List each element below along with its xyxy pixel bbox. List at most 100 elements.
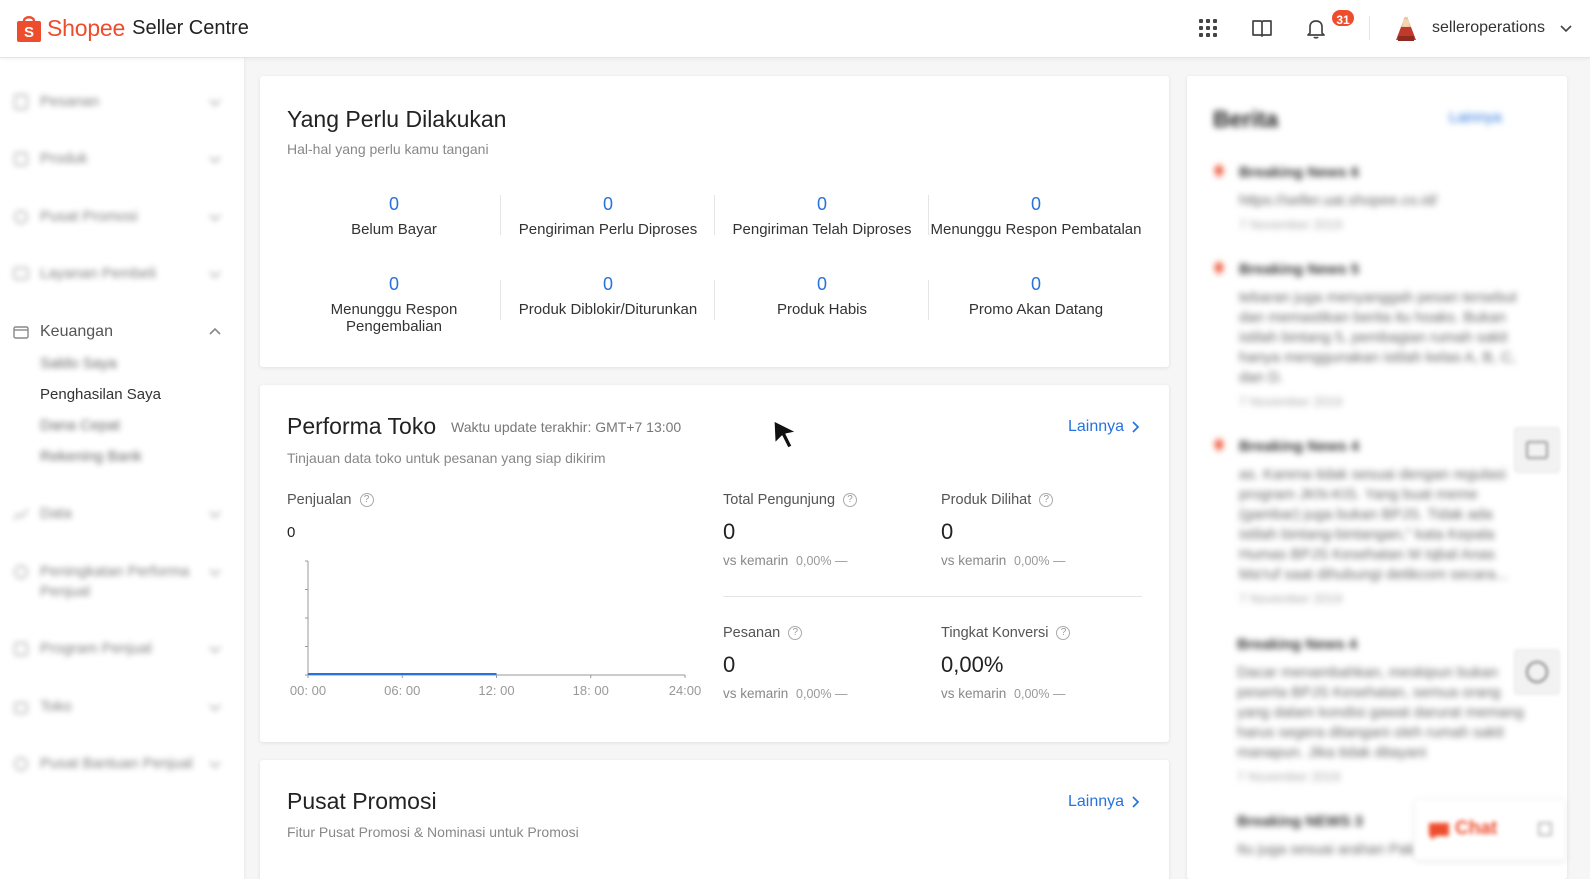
news-item-title: Breaking News 6 (1239, 164, 1360, 181)
news-item-date: 7 November 2019 (1239, 217, 1343, 232)
news-more-link[interactable]: Lainnya (1449, 109, 1502, 126)
sidebar-item-produk[interactable]: Produk (12, 149, 228, 169)
sidebar-item-data[interactable]: Data (12, 504, 228, 524)
todo-count: 0 (816, 274, 827, 294)
sidebar-item-label: Layanan Pembeli (40, 265, 156, 282)
help-icon (14, 757, 28, 771)
pin-icon (1214, 164, 1224, 178)
todo-item-belum-bayar[interactable]: 0 Belum Bayar (287, 193, 501, 238)
todo-count: 0 (388, 274, 399, 294)
todo-count: 0 (602, 274, 613, 294)
news-item-title: Breaking News 5 (1239, 261, 1360, 278)
metric-tingkat-konversi-label: Tingkat Konversi ? (941, 625, 1071, 641)
help-icon[interactable]: ? (843, 493, 858, 507)
sidebar-item-pusat-bantuan[interactable]: Pusat Bantuan Penjual (12, 754, 228, 774)
metric-pesanan-vs: vs kemarin 0,00% — (723, 686, 847, 701)
help-icon[interactable]: ? (1039, 493, 1054, 507)
metric-label-text: Produk Dilihat (941, 492, 1032, 508)
metrics-divider (723, 596, 1142, 597)
book-icon[interactable] (1250, 16, 1274, 40)
shopee-logo[interactable]: S Shopee Seller Centre (16, 8, 249, 48)
help-icon[interactable]: ? (1056, 626, 1071, 640)
metric-produk-dilihat-vs: vs kemarin 0,00% — (941, 553, 1065, 568)
sidebar-subitem-dana-cepat[interactable]: Dana Cepat (40, 417, 120, 434)
chevron-down-icon (209, 99, 221, 107)
chevron-down-icon (209, 569, 221, 577)
todo-title: Yang Perlu Dilakukan (287, 106, 507, 132)
brand-name: Shopee (47, 14, 126, 41)
sidebar-item-pusat-promosi[interactable]: Pusat Promosi (12, 207, 228, 227)
sidebar-item-keuangan[interactable]: Keuangan (12, 322, 228, 342)
news-item[interactable]: Breaking News 5 tebaran juga menyanggah … (1213, 261, 1533, 409)
todo-card: Yang Perlu Dilakukan Hal-hal yang perlu … (260, 76, 1169, 367)
todo-item-pengiriman-telah-diproses[interactable]: 0 Pengiriman Telah Diproses (715, 193, 929, 238)
promosi-subtitle: Fitur Pusat Promosi & Nominasi untuk Pro… (287, 824, 579, 840)
todo-item-produk-diblokir[interactable]: 0 Produk Diblokir/Diturunkan (501, 273, 715, 318)
todo-item-menunggu-respon-pengembalian[interactable]: 0 Menunggu Respon Pengembalian (297, 273, 491, 335)
sidebar-item-program-penjual[interactable]: Program Penjual (12, 639, 228, 659)
minimize-icon[interactable] (1537, 821, 1553, 837)
more-link-label: Lainnya (1068, 418, 1125, 435)
metric-tingkat-konversi-value: 0,00% (941, 652, 1004, 677)
sidebar-item-toko[interactable]: Toko (12, 697, 228, 717)
news-item-body: Dacar menambahkan, meskipun bukan pesert… (1237, 664, 1524, 761)
sidebar-subitem-rekening-bank[interactable]: Rekening Bank (40, 448, 142, 465)
todo-item-produk-habis[interactable]: 0 Produk Habis (715, 273, 929, 318)
metric-pesanan-label: Pesanan ? (723, 625, 803, 641)
todo-count: 0 (1030, 274, 1041, 294)
todo-subtitle: Hal-hal yang perlu kamu tangani (287, 141, 489, 157)
chevron-right-icon (1132, 796, 1140, 808)
news-item[interactable]: Breaking News 4 Dacar menambahkan, meski… (1213, 636, 1533, 784)
vs-value: 0,00% — (796, 554, 848, 568)
sales-value: 0 (287, 524, 296, 541)
performa-update-time: Waktu update terakhir: GMT+7 13:00 (451, 419, 682, 435)
performa-card: Performa Toko Waktu update terakhir: GMT… (260, 385, 1169, 742)
chevron-down-icon (209, 704, 221, 712)
promosi-more-link[interactable]: Lainnya (1068, 793, 1140, 811)
headset-icon (1525, 660, 1549, 684)
chart-icon (13, 508, 29, 521)
news-item-body: https://seller.uat.shopee.co.id/ (1239, 192, 1438, 209)
vs-label: vs kemarin (723, 553, 789, 568)
shopee-bag-icon: S (17, 16, 41, 42)
sidebar-item-peningkatan-performa[interactable]: Peningkatan Performa Penjual (12, 562, 228, 602)
todo-item-pengiriman-perlu-diproses[interactable]: 0 Pengiriman Perlu Diproses (501, 193, 715, 238)
news-item-body: as. Karena tidak sesuai dengan regulasi … (1239, 466, 1508, 583)
vs-label: vs kemarin (941, 686, 1007, 701)
bell-icon[interactable] (1304, 16, 1328, 40)
floating-shop-button[interactable] (1514, 427, 1560, 473)
promosi-card: Pusat Promosi Fitur Pusat Promosi & Nomi… (260, 760, 1169, 879)
sidebar-item-pesanan[interactable]: Pesanan (12, 92, 228, 112)
news-item[interactable]: Breaking News 6 https://seller.uat.shope… (1213, 164, 1533, 232)
metric-label-text: Tingkat Konversi (941, 625, 1049, 641)
metric-total-pengunjung-label: Total Pengunjung ? (723, 492, 858, 508)
chevron-down-icon (209, 761, 221, 769)
performa-more-link[interactable]: Lainnya (1068, 418, 1140, 436)
chat-widget[interactable]: Chat (1415, 800, 1565, 860)
metric-pesanan-value: 0 (723, 652, 736, 677)
sidebar-item-label: Data (40, 505, 72, 522)
todo-item-promo-akan-datang[interactable]: 0 Promo Akan Datang (929, 273, 1143, 318)
metric-label-text: Pesanan (723, 625, 781, 641)
todo-item-menunggu-respon-pembatalan[interactable]: 0 Menunggu Respon Pembatalan (929, 193, 1143, 238)
sidebar-item-label: Peningkatan Performa Penjual (40, 563, 190, 600)
todo-count: 0 (602, 194, 613, 214)
chevron-down-icon (209, 511, 221, 519)
sidebar-item-label: Pesanan (40, 93, 100, 110)
metric-produk-dilihat-label: Produk Dilihat ? (941, 492, 1054, 508)
floating-support-button[interactable] (1514, 649, 1560, 695)
sidebar-item-layanan-pembeli[interactable]: Layanan Pembeli (12, 264, 228, 284)
user-menu[interactable]: selleroperations (1392, 12, 1573, 44)
sales-chart: 00: 00 06: 00 12: 00 18: 00 24:00 (290, 560, 701, 698)
help-icon[interactable]: ? (359, 493, 374, 507)
news-item[interactable]: Breaking News 4 as. Karena tidak sesuai … (1213, 438, 1533, 606)
help-icon[interactable]: ? (788, 626, 803, 640)
apps-grid-icon[interactable] (1196, 16, 1220, 40)
sidebar-subitem-penghasilan-saya[interactable]: Penghasilan Saya (40, 386, 161, 403)
news-item-date: 7 November 2019 (1237, 769, 1341, 784)
chevron-down-icon[interactable] (1559, 21, 1573, 35)
sidebar-subitem-saldo-saya[interactable]: Saldo Saya (40, 355, 117, 372)
vs-label: vs kemarin (941, 553, 1007, 568)
pin-icon (1214, 261, 1224, 275)
wallet-icon (13, 326, 29, 339)
